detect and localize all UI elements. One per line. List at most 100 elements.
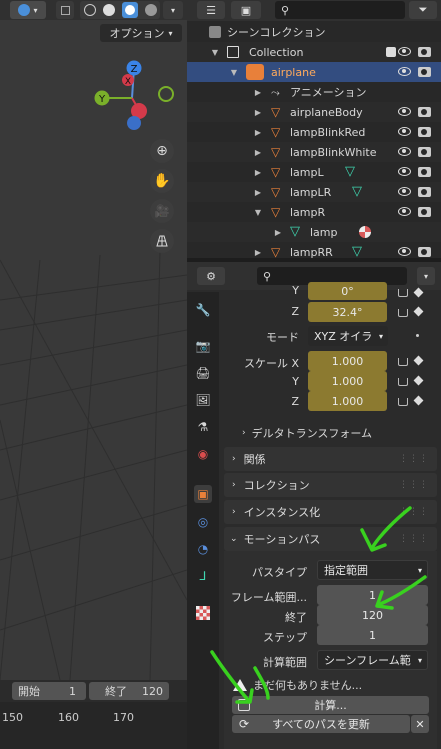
filter-dropdown[interactable]: ⏷ xyxy=(409,1,437,19)
pan-button[interactable]: ✋ xyxy=(150,169,174,193)
render-camera-icon[interactable] xyxy=(418,127,431,137)
viewport-options-button[interactable]: オプション ▾ xyxy=(100,24,182,42)
tree-row-airplane[interactable]: ▼ airplane xyxy=(187,62,441,82)
expand-triangle-icon[interactable]: ▶ xyxy=(273,228,283,237)
step-field[interactable]: 1 xyxy=(317,625,428,645)
render-camera-icon[interactable] xyxy=(418,187,431,197)
delta-transform-subpanel[interactable]: › デルタトランスフォーム xyxy=(242,424,432,442)
scale-x-field[interactable]: 1.000 xyxy=(308,351,387,371)
expand-triangle-icon[interactable]: ▼ xyxy=(253,208,263,217)
exclude-checkbox[interactable] xyxy=(386,47,396,57)
outliner-search-input[interactable]: ⚲ xyxy=(275,1,405,19)
keyframe-diamond-icon[interactable] xyxy=(413,306,424,317)
scale-y-field[interactable]: 1.000 xyxy=(308,371,387,391)
timeline[interactable]: 開始 1 終了 120 150 160 170 xyxy=(0,680,187,749)
path-type-dropdown[interactable]: 指定範囲 ▾ xyxy=(317,560,428,580)
visibility-eye-icon[interactable] xyxy=(398,187,411,196)
tree-row-lamprr[interactable]: ▶ ▽ lampRR ▽ xyxy=(187,242,441,262)
tab-tool[interactable]: 🔧 xyxy=(194,301,212,319)
material-icon[interactable] xyxy=(359,226,371,238)
tree-row-lampblinkwhite[interactable]: ▶ ▽ lampBlinkWhite xyxy=(187,142,441,162)
tree-row-lamp-mesh[interactable]: ▶ ▽ lamp xyxy=(187,222,441,242)
lock-icon[interactable] xyxy=(398,358,408,366)
tab-physics[interactable]: ◔ xyxy=(194,540,212,558)
visibility-eye-icon[interactable] xyxy=(398,207,411,216)
tab-render[interactable]: 📷 xyxy=(194,337,212,355)
frame-start-input[interactable]: 開始 1 xyxy=(12,682,86,700)
panel-motion-paths[interactable]: ⌄ モーションパス ⋮⋮⋮ xyxy=(224,527,437,551)
tab-texture[interactable] xyxy=(194,604,212,622)
properties-editor[interactable]: ⚙ ⚲ ▾ 🔧 📷 🖨 🖼 ⚗ ◉ ▣ ◎ ◔ ⅃ Y 0° Z 32.4° モ… xyxy=(187,262,441,749)
mesh-data-icon[interactable]: ▽ xyxy=(352,185,364,198)
rotation-mode-dropdown[interactable]: XYZ オイラ ▾ xyxy=(308,326,388,346)
update-all-paths-button[interactable]: ⟳ すべてのパスを更新 xyxy=(232,715,410,733)
tree-row-lampblinkred[interactable]: ▶ ▽ lampBlinkRed xyxy=(187,122,441,142)
timeline-track[interactable] xyxy=(0,702,187,749)
outliner[interactable]: ☰ ▣ ⚲ ⏷ シーンコレクション ▼ Collection ▼ airplan… xyxy=(187,0,441,259)
gizmo-neg-y[interactable] xyxy=(158,86,174,102)
mesh-data-icon[interactable]: ▽ xyxy=(345,165,357,178)
visibility-eye-icon[interactable] xyxy=(398,47,411,56)
keyframe-diamond-icon[interactable] xyxy=(413,395,424,406)
lock-icon[interactable] xyxy=(398,309,408,317)
visibility-eye-icon[interactable] xyxy=(398,67,411,76)
visibility-eye-icon[interactable] xyxy=(398,147,411,156)
tree-row-scene-collection[interactable]: シーンコレクション xyxy=(187,22,441,42)
editor-type-dropdown[interactable]: ☰ xyxy=(197,1,225,19)
panel-collections[interactable]: › コレクション ⋮⋮⋮ xyxy=(224,473,437,497)
clear-paths-button[interactable]: ✕ xyxy=(411,715,429,733)
calculate-button[interactable]: 計算... xyxy=(232,696,429,714)
tab-modifiers[interactable]: ◎ xyxy=(194,513,212,531)
tab-view-layer[interactable]: 🖼 xyxy=(194,391,212,409)
keyframe-diamond-icon[interactable] xyxy=(413,375,424,386)
render-camera-icon[interactable] xyxy=(418,47,431,57)
visibility-eye-icon[interactable] xyxy=(398,167,411,176)
3d-viewport[interactable]: ▾ ▾ オプション ▾ Z X Y ⊕ ✋ 🎥 xyxy=(0,0,187,680)
render-camera-icon[interactable] xyxy=(418,67,431,77)
expand-triangle-icon[interactable]: ▶ xyxy=(253,128,263,137)
drag-handle-icon[interactable]: ⋮⋮⋮ xyxy=(399,534,429,544)
lock-icon[interactable] xyxy=(398,398,408,406)
lock-icon[interactable] xyxy=(398,378,408,386)
gizmo-neg-z[interactable] xyxy=(127,116,141,130)
tree-row-lampr[interactable]: ▼ ▽ lampR xyxy=(187,202,441,222)
expand-triangle-icon[interactable]: ▶ xyxy=(253,248,263,257)
visibility-eye-icon[interactable] xyxy=(398,247,411,256)
tab-object[interactable]: ▣ xyxy=(194,485,212,503)
ortho-toggle-button[interactable] xyxy=(150,229,174,253)
shading-options-dropdown[interactable]: ▾ xyxy=(163,1,183,19)
xray-toggle[interactable] xyxy=(56,1,74,19)
lock-icon[interactable] xyxy=(398,289,408,297)
shading-dropdown[interactable]: ▾ xyxy=(10,1,46,19)
frame-start-field[interactable]: 1 xyxy=(317,585,428,605)
expand-triangle-icon[interactable]: ▶ xyxy=(253,88,263,97)
drag-handle-icon[interactable]: ⋮⋮⋮ xyxy=(399,507,429,517)
render-camera-icon[interactable] xyxy=(418,147,431,157)
navigation-gizmo[interactable]: Z X Y xyxy=(92,56,182,138)
rotation-z-field[interactable]: 32.4° xyxy=(308,302,387,322)
camera-view-button[interactable]: 🎥 xyxy=(150,199,174,223)
expand-triangle-icon[interactable]: ▶ xyxy=(253,148,263,157)
frame-end-input[interactable]: 終了 120 xyxy=(89,682,169,700)
expand-triangle-icon[interactable]: ▼ xyxy=(229,68,239,77)
properties-options-dropdown[interactable]: ▾ xyxy=(417,267,435,285)
scale-z-field[interactable]: 1.000 xyxy=(308,391,387,411)
editor-type-dropdown[interactable]: ⚙ xyxy=(197,267,225,285)
rotation-y-field[interactable]: 0° xyxy=(308,282,387,300)
frame-end-field[interactable]: 120 xyxy=(317,605,428,625)
expand-triangle-icon[interactable]: ▶ xyxy=(253,168,263,177)
render-camera-icon[interactable] xyxy=(418,167,431,177)
shading-mode-buttons[interactable] xyxy=(80,1,160,19)
mesh-data-icon[interactable]: ▽ xyxy=(352,245,364,258)
display-mode-dropdown[interactable]: ▣ xyxy=(231,1,261,19)
calc-range-dropdown[interactable]: シーンフレーム範 ▾ xyxy=(317,650,428,670)
expand-triangle-icon[interactable]: ▶ xyxy=(253,188,263,197)
tree-row-animation[interactable]: ▶ ⤳ アニメーション xyxy=(187,82,441,102)
dot-icon[interactable] xyxy=(416,334,419,337)
tree-row-airplanebody[interactable]: ▶ ▽ airplaneBody xyxy=(187,102,441,122)
tree-row-collection[interactable]: ▼ Collection xyxy=(187,42,441,62)
tab-constraints[interactable]: ⅃ xyxy=(194,567,212,585)
tab-output[interactable]: 🖨 xyxy=(194,364,212,382)
tree-row-lamplr[interactable]: ▶ ▽ lampLR ▽ xyxy=(187,182,441,202)
expand-triangle-icon[interactable]: ▼ xyxy=(210,48,220,57)
